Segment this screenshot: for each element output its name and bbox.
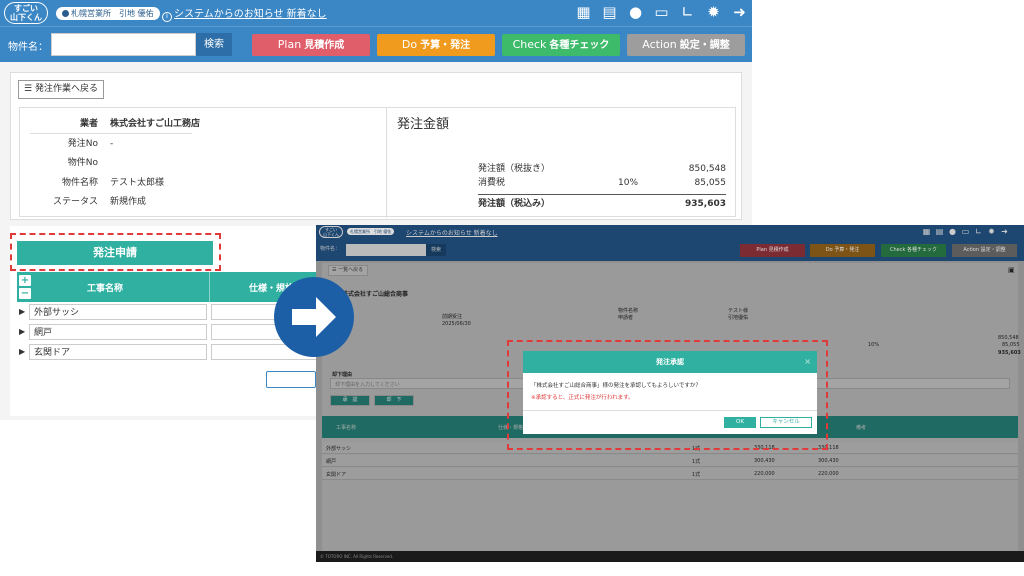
top-header: すごい 山下くん 札幌営業所 引地 優佑 i システムからのお知らせ 新着なし ▦ … [0, 0, 752, 26]
applicant-label: 申請者 [618, 315, 634, 321]
expand-icon[interactable]: ▶ [19, 344, 25, 360]
expand-icon[interactable]: ▶ [19, 304, 25, 320]
phase-action-button[interactable]: Action 設定・調整 [952, 244, 1017, 257]
app-logo[interactable]: すごい 山下くん [319, 226, 343, 238]
back-to-list-button[interactable]: ☰ 一覧へ戻る [328, 265, 368, 276]
search-input[interactable] [51, 33, 196, 56]
logout-icon[interactable]: ➜ [1000, 227, 1009, 237]
top-header: すごい 山下くん 札幌営業所 引地 優佑 システムからのお知らせ 新着なし ▦ ▤… [316, 225, 1024, 239]
table-row[interactable]: 玄関ドア 1式 220,000 220,000 [322, 468, 1018, 480]
info-icon: i [162, 12, 172, 22]
property-name-value: テスト様 [728, 308, 749, 314]
chart-icon[interactable]: ∟ [679, 3, 696, 22]
col-name-header: 工事名称 [87, 284, 124, 294]
table-row[interactable]: 網戸 1式 300,430 300,430 [322, 455, 1018, 467]
approve-button[interactable]: 承 認 [330, 395, 370, 406]
tax-amount: 85,055 [1002, 342, 1020, 348]
chat-icon[interactable]: ● [948, 227, 957, 237]
table-row[interactable]: ▶ 外部サッシ [17, 304, 317, 322]
calendar-icon[interactable]: ▤ [935, 227, 944, 237]
phase-plan-button[interactable]: Plan 見積作成 [252, 34, 370, 56]
arrow-right-icon [274, 277, 354, 357]
office-badge: 札幌営業所 引地 優佑 [56, 7, 160, 20]
order-date: 2025/06/30 [442, 321, 471, 327]
person-icon [62, 10, 69, 17]
reject-button[interactable]: 却 下 [374, 395, 414, 406]
pretax-amount: 850,548 [998, 335, 1019, 341]
applicant-value: 引地優佑 [728, 315, 749, 321]
search-bar: 物件名： 検索 Plan 見積作成 Do 予算・発注 Check 各種チェック Act… [0, 26, 752, 62]
phase-check-button[interactable]: Check 各種チェック [881, 244, 946, 257]
items-table: + − 工事名称 仕様・規格 ▶ 外部サッシ ▶ 網戸 ▶ 玄関ドア [17, 272, 317, 362]
building-icon[interactable]: ▦ [575, 3, 592, 22]
highlight-box [10, 233, 221, 271]
phase-do-button[interactable]: Do 予算・発注 [810, 244, 875, 257]
search-label: 物件名： [8, 42, 48, 53]
order-card: ☰ 発注作業へ戻る 業者 株式会社すご山工務店 発注No - 物件No 物件名称 テス… [10, 72, 742, 220]
row-controls: + − [19, 275, 31, 301]
chart-icon[interactable]: ∟ [974, 227, 983, 237]
table-row[interactable]: ▶ 網戸 [17, 324, 317, 342]
chat-icon[interactable]: ● [627, 3, 644, 22]
add-row-icon[interactable]: + [19, 275, 31, 286]
office-badge: 札幌営業所 引地 優佑 [347, 228, 395, 235]
amount-title: 発注金額 [397, 117, 450, 132]
search-button[interactable]: 検索 [196, 33, 232, 56]
order-number: 前期受注 [442, 314, 463, 320]
calendar-icon[interactable]: ▤ [601, 3, 618, 22]
folder-icon[interactable]: ▭ [961, 227, 970, 237]
gear-icon[interactable]: ✹ [705, 3, 722, 22]
total-row: 発注額（税込み） 935,603 [478, 194, 726, 212]
search-bar: 物件名： 検索 Plan 見積作成 Do 予算・発注 Check 各種チェック … [316, 239, 1024, 261]
logout-icon[interactable]: ➜ [731, 3, 748, 22]
outline-button[interactable] [266, 371, 316, 388]
order-info-panel: 業者 株式会社すご山工務店 発注No - 物件No 物件名称 テスト太郎様 ステータス… [19, 107, 736, 218]
system-notice-link[interactable]: システムからのお知らせ 新着なし [406, 228, 498, 237]
app-logo[interactable]: すごい 山下くん [4, 2, 48, 24]
expand-icon[interactable]: ▶ [19, 324, 25, 340]
remarks-label: 却下理由 [332, 372, 353, 378]
search-button[interactable]: 検索 [426, 244, 446, 256]
table-row[interactable]: ▶ 玄関ドア [17, 344, 317, 362]
phase-plan-button[interactable]: Plan 見積作成 [740, 244, 805, 257]
gear-icon[interactable]: ✹ [987, 227, 996, 237]
header-icons: ▦ ▤ ● ▭ ∟ ✹ ➜ [922, 227, 1009, 237]
property-name-label: 物件名称 [618, 308, 639, 314]
phase-do-button[interactable]: Do 予算・発注 [377, 34, 495, 56]
footer: © TOTORO INC. All Rights Reserved. [316, 551, 1024, 562]
remove-row-icon[interactable]: − [19, 288, 31, 299]
search-input[interactable] [346, 244, 426, 256]
tax-row: 消費税 10% 85,055 [478, 178, 726, 188]
building-icon[interactable]: ▦ [922, 227, 931, 237]
header-icons: ▦ ▤ ● ▭ ∟ ✹ ➜ [575, 3, 748, 22]
folder-icon[interactable]: ▭ [653, 3, 670, 22]
search-label: 物件名： [320, 246, 341, 252]
total-amount: 935,603 [998, 350, 1021, 356]
phase-action-button[interactable]: Action 設定・調整 [627, 34, 745, 56]
tax-rate: 10% [868, 342, 880, 348]
print-icon[interactable]: ▣ [1008, 266, 1015, 274]
divider [30, 133, 192, 134]
divider [209, 272, 210, 302]
divider [386, 108, 387, 218]
system-notice-link[interactable]: i システムからのお知らせ 新着なし [162, 5, 327, 22]
table-header: + − 工事名称 仕様・規格 [17, 272, 317, 302]
back-to-order-button[interactable]: ☰ 発注作業へ戻る [18, 80, 104, 99]
highlight-box [507, 340, 828, 450]
phase-check-button[interactable]: Check 各種チェック [502, 34, 620, 56]
instruction-slide: すごい 山下くん 札幌営業所 引地 優佑 i システムからのお知らせ 新着なし ▦ … [0, 0, 1024, 576]
